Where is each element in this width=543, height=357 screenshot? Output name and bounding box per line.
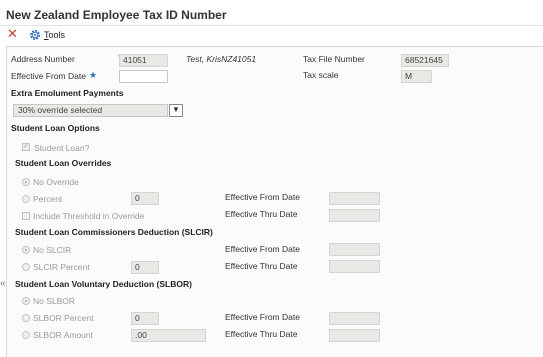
no-override-radio[interactable] <box>22 178 30 186</box>
effective-from-label: Effective From Date <box>11 71 86 81</box>
slbor-percent-field[interactable]: 0 <box>131 312 159 325</box>
slcir-percent-radio[interactable] <box>22 263 30 271</box>
slbor-heading: Student Loan Voluntary Deduction (SLBOR) <box>15 279 192 289</box>
collapse-panel-icon[interactable]: « <box>0 278 6 289</box>
extra-emolument-select[interactable]: 30% override selected <box>13 104 168 117</box>
slcir-effective-from-label: Effective From Date <box>225 244 300 254</box>
slcir-effective-thru-field[interactable] <box>329 260 380 273</box>
student-loan-overrides-heading: Student Loan Overrides <box>15 158 112 168</box>
no-slcir-radio[interactable] <box>22 246 30 254</box>
tax-file-number-field[interactable]: 68521645 <box>401 54 449 67</box>
no-slbor-radio[interactable] <box>22 297 30 305</box>
slbor-amount-radio[interactable] <box>22 331 30 339</box>
percent-field[interactable]: 0 <box>131 192 159 205</box>
include-threshold-checkbox[interactable] <box>22 212 30 220</box>
student-loan-label: Student Loan? <box>34 143 90 153</box>
override-effective-from-field[interactable] <box>329 192 380 205</box>
slcir-heading: Student Loan Commissioners Deduction (SL… <box>15 227 213 237</box>
slcir-percent-label: SLCIR Percent <box>33 262 90 272</box>
page-title: New Zealand Employee Tax ID Number <box>6 8 227 22</box>
tax-file-number-label: Tax File Number <box>303 54 365 64</box>
slbor-percent-label: SLBOR Percent <box>33 313 94 323</box>
student-loan-checkbox[interactable]: ✓ <box>22 143 30 151</box>
star-icon: ★ <box>89 70 98 80</box>
slbor-effective-from-label: Effective From Date <box>225 312 300 322</box>
slcir-percent-field[interactable]: 0 <box>131 261 159 274</box>
no-override-label: No Override <box>33 177 79 187</box>
extra-emolument-heading: Extra Emolument Payments <box>11 88 124 98</box>
include-threshold-label: Include Threshold in Override <box>33 211 145 221</box>
toolbar <box>0 25 543 45</box>
slbor-effective-thru-label: Effective Thru Date <box>225 329 298 339</box>
gear-icon[interactable] <box>29 29 41 41</box>
no-slbor-label: No SLBOR <box>33 296 76 306</box>
slbor-amount-label: SLBOR Amount <box>33 330 94 340</box>
percent-radio[interactable] <box>22 195 30 203</box>
effective-from-field[interactable] <box>119 70 168 83</box>
percent-label: Percent <box>33 194 63 204</box>
tools-button[interactable]: Tools <box>44 30 65 40</box>
slcir-effective-thru-label: Effective Thru Date <box>225 261 298 271</box>
slbor-percent-radio[interactable] <box>22 314 30 322</box>
no-slcir-label: No SLCIR <box>33 245 72 255</box>
tax-scale-field[interactable]: M <box>401 70 432 83</box>
employee-name: Test, KrisNZ41051 <box>186 54 257 64</box>
student-loan-options-heading: Student Loan Options <box>11 123 100 133</box>
slcir-effective-from-field[interactable] <box>329 243 380 256</box>
slbor-effective-thru-field[interactable] <box>329 329 380 342</box>
chevron-down-icon[interactable]: ▼ <box>169 104 183 117</box>
tax-scale-label: Tax scale <box>303 70 339 80</box>
override-effective-from-label: Effective From Date <box>225 192 300 202</box>
address-number-field[interactable]: 41051 <box>119 54 168 67</box>
slbor-effective-from-field[interactable] <box>329 312 380 325</box>
close-icon[interactable]: ✕ <box>7 27 18 41</box>
address-number-label: Address Number <box>11 54 75 64</box>
slbor-amount-field[interactable]: .00 <box>131 329 206 342</box>
tools-label-rest: ools <box>48 30 66 40</box>
override-effective-thru-field[interactable] <box>329 209 380 222</box>
override-effective-thru-label: Effective Thru Date <box>225 209 298 219</box>
